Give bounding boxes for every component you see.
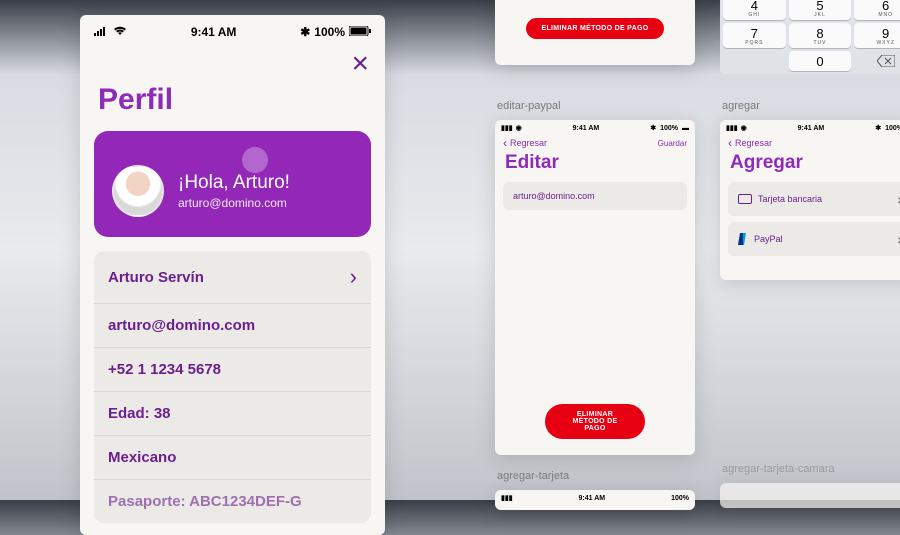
profile-name-value: Arturo Servín [108,269,204,286]
key-7[interactable]: 7PQRS [723,23,786,48]
back-button[interactable]: ‹ Regresar [503,136,547,150]
save-button[interactable]: Guardar [658,139,687,148]
signal-icon [94,25,110,39]
avatar [112,165,164,217]
key-0[interactable]: 0 [789,51,852,71]
status-time: 9:41 AM [798,125,825,132]
signal-icon: ▮▮▮ [726,124,738,132]
agregar-tarjeta-stub: ▮▮▮9:41 AM100% [495,490,695,510]
screen-label-editar: editar-paypal [497,100,561,112]
screen-label-agregar-camara: agregar-tarjeta-camara [722,463,835,475]
wifi-icon: ◉ [741,124,747,132]
agregar-title: Agregar [720,152,900,182]
delete-payment-button[interactable]: ELIMINAR MÉTODO DE PAGO [526,18,665,39]
option-bank-card[interactable]: Tarjeta bancaria › [728,182,900,216]
paypal-icon [738,233,748,245]
profile-row-phone[interactable]: +52 1 1234 5678 [94,348,371,392]
back-button[interactable]: ‹ Regresar [720,134,900,152]
editar-title: Editar [495,152,695,182]
wifi-icon [113,25,127,39]
close-icon[interactable]: × [351,49,369,79]
key-6[interactable]: 6MNO [854,0,900,20]
numeric-keypad: 4GHI 5JKL 6MNO 7PQRS 8TUV 9WXYZ 0 [720,0,900,74]
profile-row-email[interactable]: arturo@domino.com [94,304,371,348]
battery-icon [349,25,371,39]
key-delete[interactable] [854,51,900,71]
profile-info-card: Arturo Servín › arturo@domino.com +52 1 … [94,251,371,523]
status-bar: ▮▮▮◉ 9:41 AM ✱100%▬ [495,120,695,134]
chevron-left-icon: ‹ [728,136,732,150]
delete-payment-stub: ELIMINAR MÉTODO DE PAGO [495,0,695,65]
profile-row-name[interactable]: Arturo Servín › [94,251,371,304]
hero-indicator-dot [242,147,268,173]
email-field[interactable]: arturo@domino.com [503,182,687,210]
status-bar: ▮▮▮◉ 9:41 AM ✱100%▬ [720,120,900,134]
screen-label-agregar: agregar [722,100,760,112]
delete-payment-button[interactable]: ELIMINAR MÉTODO DE PAGO [545,404,645,439]
screen-label-agregar-tarjeta: agregar-tarjeta [497,470,569,482]
status-time: 9:41 AM [191,25,237,39]
status-bar: 9:41 AM ✱ 100% [80,15,385,45]
profile-row-passport[interactable]: Pasaporte: ABC1234DEF-G [94,480,371,523]
key-4[interactable]: 4GHI [723,0,786,20]
hero-email: arturo@domino.com [178,196,290,210]
chevron-left-icon: ‹ [503,136,507,150]
status-time: 9:41 AM [573,125,600,132]
key-9[interactable]: 9WXYZ [854,23,900,48]
profile-row-nationality[interactable]: Mexicano [94,436,371,480]
battery-pct: 100% [314,25,345,39]
agregar-screen: ▮▮▮◉ 9:41 AM ✱100%▬ ‹ Regresar Agregar T… [720,120,900,280]
card-icon [738,194,752,204]
status-bar: ▮▮▮9:41 AM100% [495,490,695,504]
option-paypal[interactable]: PayPal › [728,222,900,256]
key-5[interactable]: 5JKL [789,0,852,20]
editar-screen: ▮▮▮◉ 9:41 AM ✱100%▬ ‹ Regresar Guardar E… [495,120,695,455]
signal-icon: ▮▮▮ [501,124,513,132]
profile-hero-card[interactable]: ¡Hola, Arturo! arturo@domino.com [94,131,371,237]
greeting: ¡Hola, Arturo! [178,172,290,194]
bluetooth-icon: ✱ [300,25,310,39]
page-title: Perfil [80,79,385,131]
agregar-camara-stub [720,483,900,508]
key-8[interactable]: 8TUV [789,23,852,48]
profile-row-age[interactable]: Edad: 38 [94,392,371,436]
key-blank [723,51,786,71]
wifi-icon: ◉ [516,124,522,132]
chevron-right-icon: › [350,264,357,290]
profile-screen: 9:41 AM ✱ 100% × Perfil ¡Hola, Arturo! a… [80,15,385,535]
